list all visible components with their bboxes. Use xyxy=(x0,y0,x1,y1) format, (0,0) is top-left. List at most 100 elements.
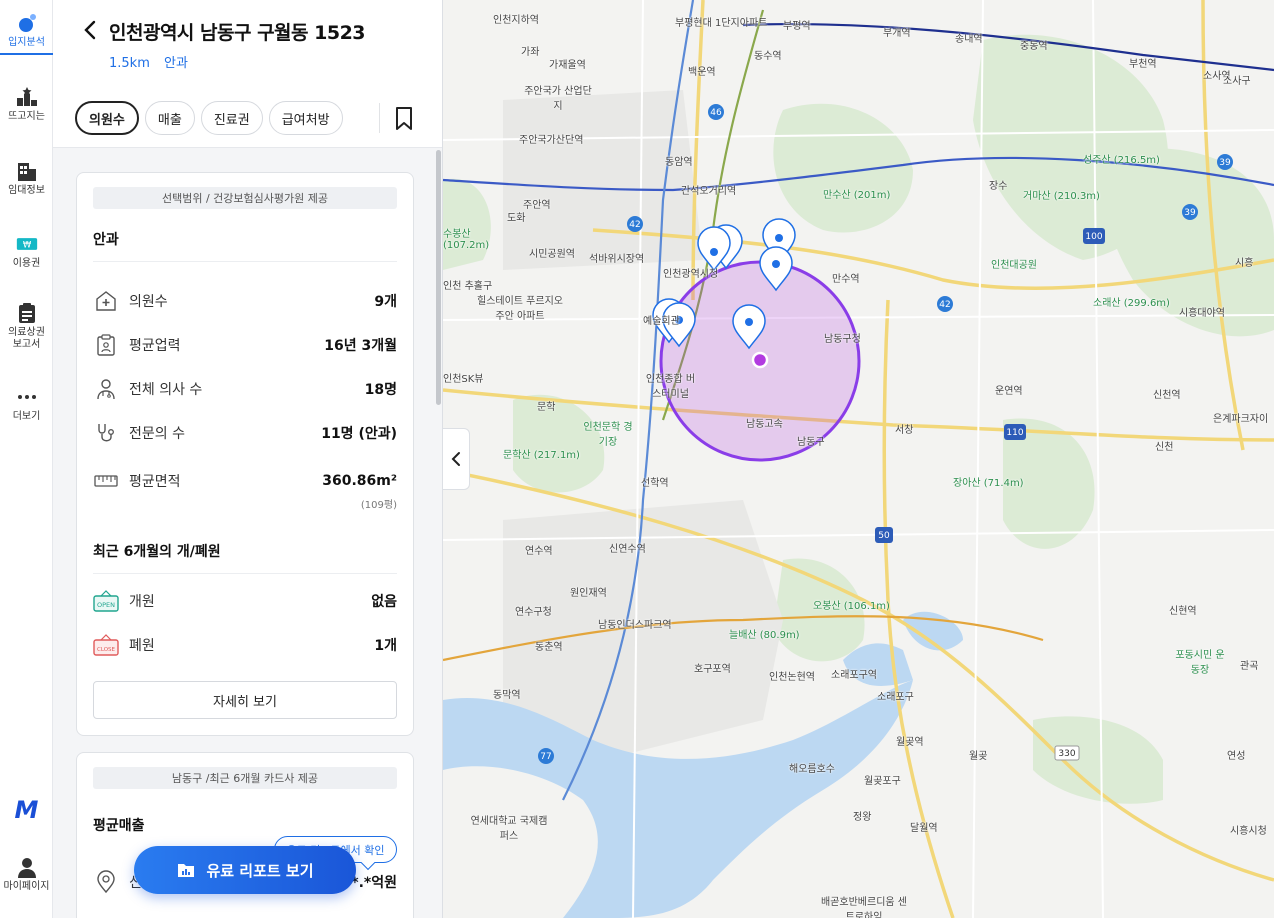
stat-row-opened: OPEN 개원 없음 xyxy=(93,588,397,614)
stat-row-specialists: 전문의 수 11명 (안과) xyxy=(93,420,397,446)
map-label: 만수산 (201m) xyxy=(823,190,891,201)
map-label: 인천지하역 xyxy=(493,15,539,26)
report-icon xyxy=(16,302,38,324)
stat-row-clinic-count: 의원수 9개 xyxy=(93,288,397,314)
stethoscope-icon xyxy=(93,420,119,446)
map-label: 정왕 xyxy=(853,812,872,823)
back-button[interactable] xyxy=(79,18,103,42)
map-label: 인천종합 버스터미널 xyxy=(645,374,696,400)
rail-item-label: 마이페이지 xyxy=(3,881,50,892)
stat-label: 의원수 xyxy=(129,294,168,310)
svg-text:39: 39 xyxy=(1184,208,1196,218)
map-label: 부개역 xyxy=(883,28,911,39)
panel-header: 인천광역시 남동구 구월동 1523 1.5km 안과 의원수 매출 진료권 급… xyxy=(53,0,442,148)
open-sign-icon: OPEN xyxy=(93,588,119,614)
map-label: 시흥 xyxy=(1235,258,1254,269)
map-label: 남동구 xyxy=(797,437,825,448)
stat-value: *.*억원 xyxy=(351,875,397,891)
stat-value: 16년 3개월 xyxy=(324,338,397,354)
stat-label: 평균면적 xyxy=(129,474,181,490)
rail-item-mypage[interactable]: 마이페이지 xyxy=(0,856,53,893)
rail-item-label: 임대정보 xyxy=(8,185,45,196)
map-label: 연성 xyxy=(1227,751,1246,762)
stat-row-area: 평균면적 360.86m² (109평) xyxy=(93,468,397,511)
map-label: 동수역 xyxy=(754,51,782,62)
stat-value: 1개 xyxy=(374,638,397,654)
svg-text:77: 77 xyxy=(540,752,551,762)
tab-catchment[interactable]: 진료권 xyxy=(200,101,263,135)
map-label: 간석오거리역 xyxy=(681,186,737,197)
map-label: 인천SK뷰 xyxy=(443,374,484,385)
map-label: 서창 xyxy=(895,425,914,436)
map-label: 소사구 xyxy=(1223,76,1251,87)
stat-label: 폐원 xyxy=(129,638,155,654)
user-icon xyxy=(16,856,38,878)
bookmark-button[interactable] xyxy=(392,106,416,132)
left-rail: 입지분석 뜨고지는 임대정보 ₩ 이용권 의료상권 보고서 더보기 M 마이페이… xyxy=(0,0,53,918)
svg-text:OPEN: OPEN xyxy=(97,601,115,609)
panel-collapse-button[interactable] xyxy=(443,428,470,490)
clipboard-icon xyxy=(93,332,119,358)
data-source-note: 선택범위 / 건강보험심사평가원 제공 xyxy=(93,187,397,209)
more-icon xyxy=(16,386,38,408)
stat-value: 18명 xyxy=(364,382,397,398)
rail-item-ticket[interactable]: ₩ 이용권 xyxy=(0,233,53,270)
stat-row-avg-age: 평균업력 16년 3개월 xyxy=(93,332,397,358)
tab-clinic-count[interactable]: 의원수 xyxy=(75,101,139,135)
rail-item-trending[interactable]: 뜨고지는 xyxy=(0,86,53,123)
map-label: 남동인더스파크역 xyxy=(598,620,672,631)
map-view[interactable]: 46 42 42 39 39 100 110 50 77 330 인천지하역 부… xyxy=(443,0,1274,918)
tab-prescription[interactable]: 급여처방 xyxy=(268,101,343,135)
map-label: 신천 xyxy=(1155,442,1174,453)
panel-scrollbar[interactable] xyxy=(436,150,441,405)
map-label: 석바위시장역 xyxy=(589,254,645,265)
map-label: 신현역 xyxy=(1169,606,1197,617)
map-label: 월곶 xyxy=(969,751,988,762)
map-label: 달월역 xyxy=(910,823,938,834)
map-label: 인천 추홀구 xyxy=(443,281,493,292)
stat-row-doctors: 전체 의사 수 18명 xyxy=(93,376,397,402)
map-label: 선학역 xyxy=(641,478,669,489)
doctor-icon xyxy=(93,376,119,402)
center-point-marker[interactable] xyxy=(751,351,769,369)
map-label: 만수역 xyxy=(832,274,860,285)
map-label: 인천문학 경기장 xyxy=(583,422,633,448)
map-label: 호구포역 xyxy=(694,664,731,675)
rail-item-label: 더보기 xyxy=(12,411,41,422)
map-label: 시민공원역 xyxy=(529,249,575,260)
map-label: 시흥시청 xyxy=(1230,826,1267,837)
map-label: 주안역 xyxy=(523,200,551,211)
rail-item-location-analysis[interactable]: 입지분석 xyxy=(0,12,53,55)
map-label: 힐스테이트 푸르지오주안 아파트 xyxy=(477,296,563,322)
map-label: 성주산 (216.5m) xyxy=(1083,155,1160,166)
map-label: 예술회관 xyxy=(643,316,680,327)
paid-report-label: 유료 리포트 보기 xyxy=(206,861,314,880)
chevron-left-icon xyxy=(84,20,96,40)
map-label: 동춘역 xyxy=(535,642,563,653)
tab-sales[interactable]: 매출 xyxy=(144,101,195,135)
svg-text:330: 330 xyxy=(1058,749,1075,759)
map-label: 소래산 (299.6m) xyxy=(1093,298,1170,309)
map-label: 오봉산 (106.1m) xyxy=(813,601,890,612)
map-label: 중동역 xyxy=(1020,41,1048,52)
detail-button[interactable]: 자세히 보기 xyxy=(93,681,397,719)
svg-text:50: 50 xyxy=(878,531,890,541)
svg-text:42: 42 xyxy=(939,300,950,310)
rail-item-report[interactable]: 의료상권 보고서 xyxy=(0,302,53,351)
section-title: 안과 xyxy=(93,229,397,262)
rail-item-label: 뜨고지는 xyxy=(8,111,45,122)
svg-text:46: 46 xyxy=(710,108,722,118)
map-label: 인천논현역 xyxy=(769,672,815,683)
map-label: 은계파크자이 xyxy=(1213,414,1269,425)
rail-item-lease[interactable]: 임대정보 xyxy=(0,160,53,197)
svg-text:CLOSE: CLOSE xyxy=(97,647,116,653)
rail-item-more[interactable]: 더보기 xyxy=(0,386,53,423)
stat-label: 전문의 수 xyxy=(129,426,185,442)
radius-filter[interactable]: 1.5km xyxy=(109,56,150,71)
ticket-icon: ₩ xyxy=(16,233,38,255)
map-label: 신천역 xyxy=(1153,390,1181,401)
page-title: 인천광역시 남동구 구월동 1523 xyxy=(109,22,366,44)
paid-report-button[interactable]: 유료 리포트 보기 xyxy=(134,846,356,894)
specialty-filter[interactable]: 안과 xyxy=(164,56,188,71)
rail-item-label: 입지분석 xyxy=(8,37,45,48)
